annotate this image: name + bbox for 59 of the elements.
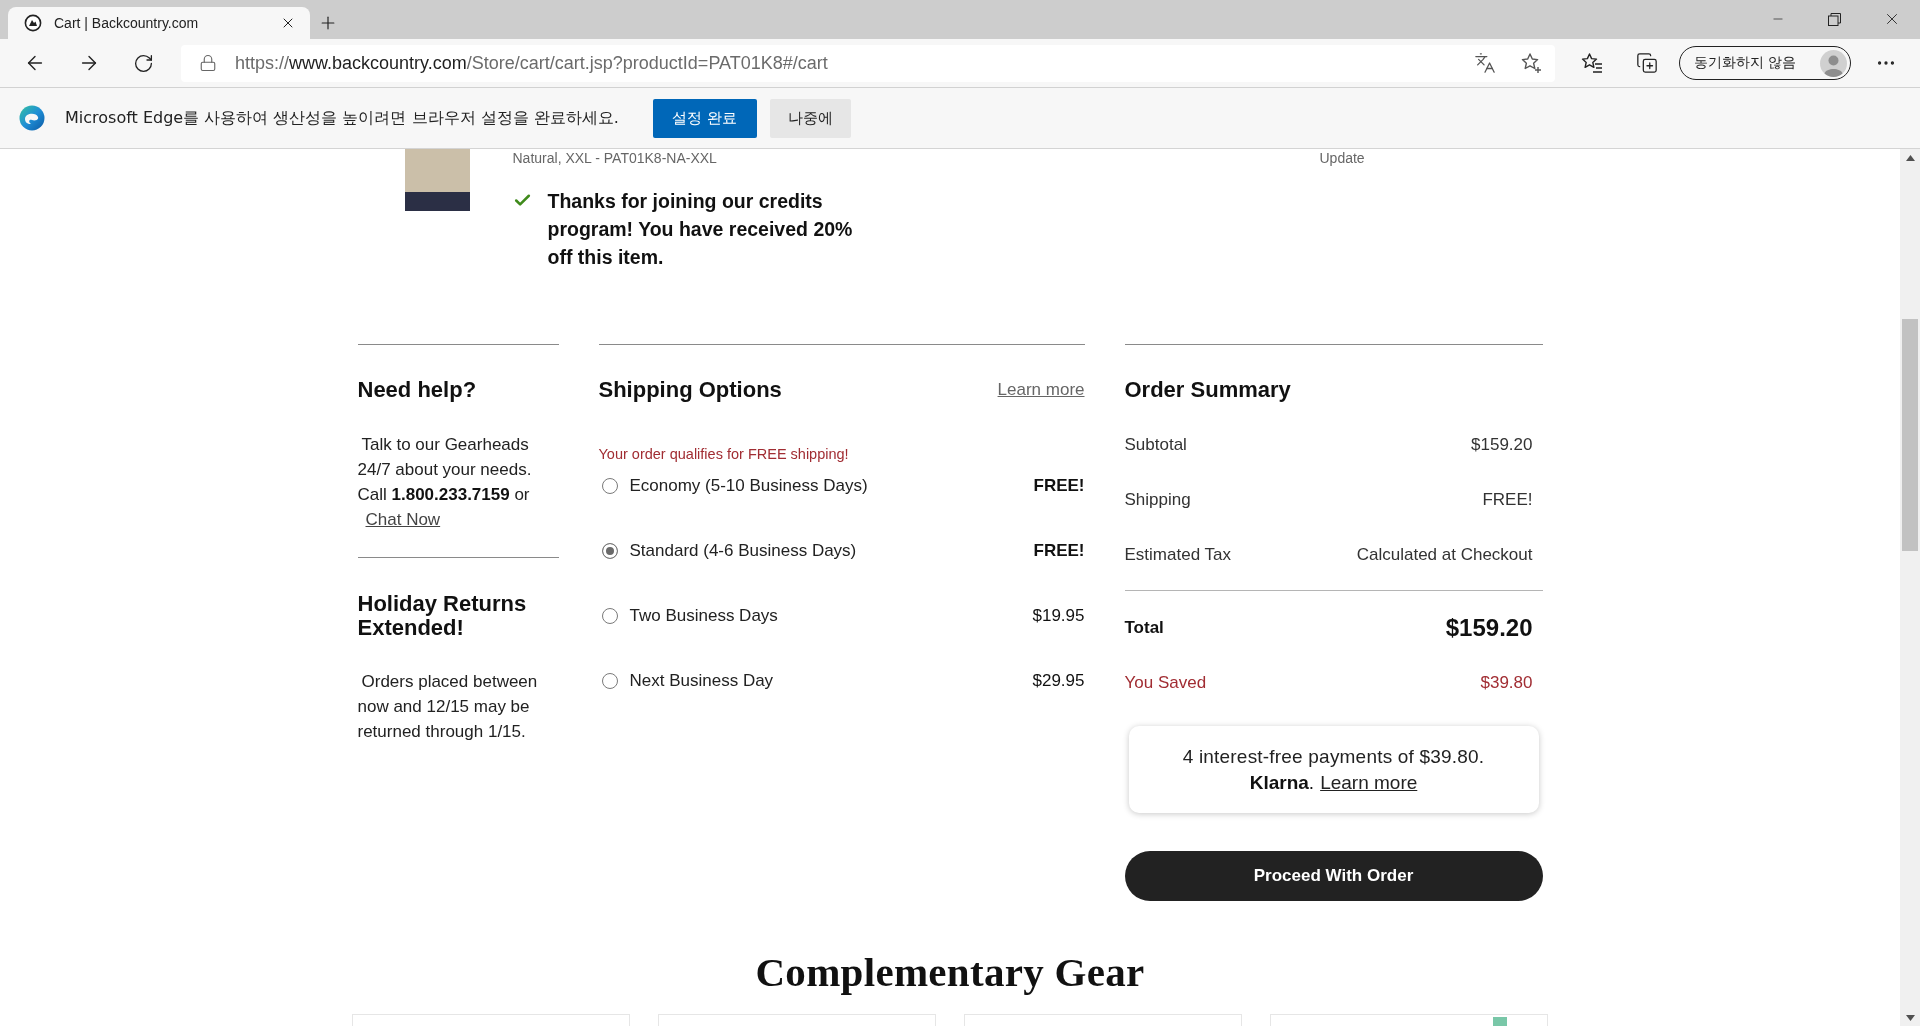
credit-message: Thanks for joining our credits program! You have received 20% off this item. <box>547 189 854 270</box>
photo-placeholder <box>404 149 470 211</box>
browser-logo-icon <box>19 105 45 131</box>
browser-tab[interactable]: Cart | Backcountry.com <box>8 7 310 39</box>
summary-value: FREE! <box>1482 489 1533 511</box>
avatar-icon <box>1820 49 1847 77</box>
translate-icon[interactable] <box>1474 52 1496 74</box>
section-title: Complementary Gear <box>754 948 1146 996</box>
update-link[interactable]: Update <box>1319 149 1365 167</box>
option-label: Economy (5-10 Business Days) <box>629 476 868 496</box>
total-value: $159.20 <box>1445 613 1533 643</box>
option-label: Next Business Day <box>629 671 774 691</box>
summary-label: Estimated Tax <box>1124 544 1231 566</box>
refresh-icon[interactable] <box>132 52 154 74</box>
learn-more-link[interactable]: Learn more <box>997 380 1085 400</box>
section-heading: Shipping Options <box>598 376 782 404</box>
infobar-message: Microsoft Edge를 사용하여 생산성을 높이려면 브라우저 설정을 완료하세요. <box>65 107 619 129</box>
section-heading: Need help? <box>357 376 478 404</box>
scrollbar-thumb[interactable] <box>1902 319 1918 551</box>
option-price: $19.95 <box>1032 606 1085 626</box>
lock-icon[interactable] <box>199 54 217 72</box>
savings-label: You Saved <box>1124 672 1207 694</box>
site-logo-icon <box>24 14 42 32</box>
radio-button[interactable] <box>601 608 618 624</box>
section-heading: Holiday Returns Extended! <box>357 592 528 640</box>
option-price: $29.95 <box>1032 671 1085 691</box>
option-label: Two Business Days <box>629 606 778 626</box>
brand-name: Klarna. <box>1249 770 1315 795</box>
url-text[interactable]: https://www.backcountry.com/Store/cart/cart.jsp?productId=PAT01K8#/cart <box>235 52 828 74</box>
product-variant: Natural, XXL - PAT01K8-NA-XXL <box>512 149 718 167</box>
proceed-button[interactable]: Proceed With Order <box>1124 851 1543 901</box>
option-price: FREE! <box>1033 541 1085 561</box>
returns-text: Orders placed between now and 12/15 may be returned through 1/15. <box>357 671 539 743</box>
total-label: Total <box>1124 617 1164 639</box>
star-plus-icon[interactable] <box>1520 52 1542 74</box>
radio-button[interactable] <box>601 673 618 689</box>
learn-more-link[interactable]: Learn more <box>1320 769 1418 796</box>
scroll-down-icon[interactable] <box>1905 1015 1915 1021</box>
free-shipping-notice: Your order qualifies for FREE shipping! <box>598 445 850 464</box>
section-heading: Order Summary <box>1124 376 1292 404</box>
radio-button[interactable] <box>601 478 618 494</box>
address-bar[interactable]: https://www.backcountry.com/Store/cart/cart.jsp?productId=PAT01K8#/cart <box>181 44 1555 82</box>
summary-label: Shipping <box>1124 489 1191 511</box>
payment-plan-text: 4 interest-free payments of $39.80. <box>1182 744 1485 769</box>
radio-button[interactable] <box>601 543 618 559</box>
option-label: Standard (4-6 Business Days) <box>629 541 857 561</box>
star-list-icon[interactable] <box>1581 52 1603 74</box>
summary-value: $159.20 <box>1471 434 1533 456</box>
option-price: FREE! <box>1033 476 1085 496</box>
complete-setup-button[interactable]: 설정 완료 <box>652 98 757 138</box>
restore-icon[interactable] <box>1828 12 1841 26</box>
help-text: Talk to our Gearheads 24/7 about your needs. Call 1.800.233.7159 or Chat Now <box>357 434 533 531</box>
summary-label: Subtotal <box>1124 434 1187 456</box>
savings-value: $39.80 <box>1480 672 1533 694</box>
later-button[interactable]: 나중에 <box>769 98 851 138</box>
scroll-up-icon[interactable] <box>1905 155 1915 161</box>
summary-value: Calculated at Checkout <box>1356 544 1533 566</box>
square-plus-icon[interactable] <box>1636 52 1658 74</box>
chat-now-link[interactable]: Chat Now <box>365 510 441 529</box>
